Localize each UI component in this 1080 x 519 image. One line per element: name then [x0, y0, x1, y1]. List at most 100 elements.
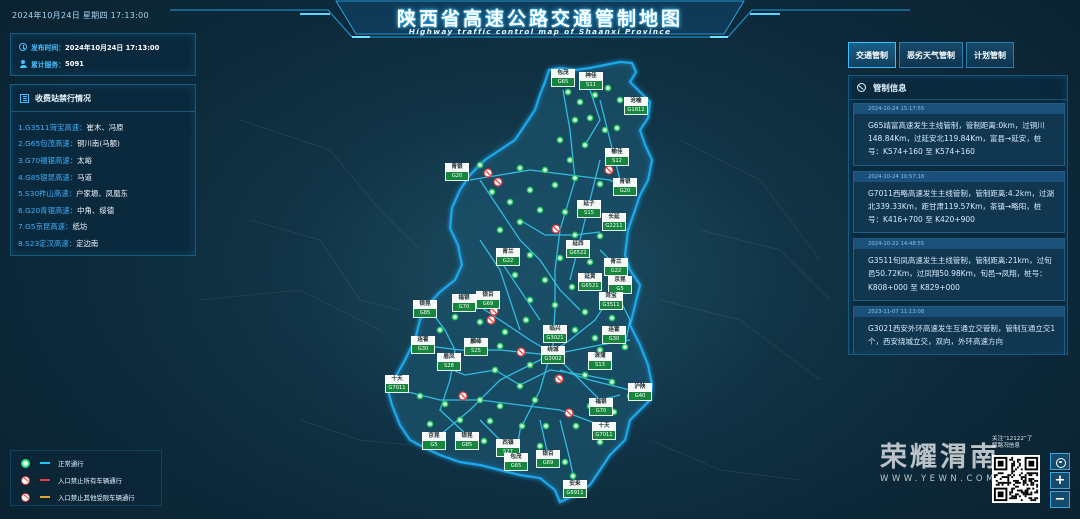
- road-sign[interactable]: 渭蒲 S13: [588, 352, 612, 370]
- normal-station-marker[interactable]: [486, 417, 494, 425]
- road-sign[interactable]: 京昆 G5: [422, 432, 446, 450]
- control-info-card[interactable]: 2024-10-22 14:48:55 G3511旬凤高速发生主线管制，管制距离…: [853, 238, 1065, 301]
- road-sign[interactable]: 青兰 G22: [604, 258, 628, 276]
- closed-station-marker[interactable]: [483, 168, 493, 178]
- normal-station-marker[interactable]: [572, 422, 580, 430]
- road-sign[interactable]: 延子 S15: [577, 200, 601, 218]
- normal-station-marker[interactable]: [621, 343, 629, 351]
- normal-station-marker[interactable]: [596, 180, 604, 188]
- road-sign[interactable]: 银百 G69: [536, 450, 560, 468]
- list-item[interactable]: 3.G70福银高速： 太峪: [18, 152, 128, 169]
- list-item[interactable]: 8.S23定汉高速： 定边南: [18, 235, 128, 252]
- control-info-card[interactable]: 2024-10-24 15:17:55 G65靖富高速发生主线管制，管制距离:0…: [853, 103, 1065, 166]
- list-item[interactable]: 5.S30祚山高速： 户家塬、凤凰东: [18, 185, 128, 202]
- road-sign[interactable]: 临兴 G3021: [543, 325, 567, 343]
- normal-station-marker[interactable]: [596, 438, 604, 446]
- normal-station-marker[interactable]: [564, 88, 572, 96]
- road-sign[interactable]: 神佳 S11: [579, 72, 603, 90]
- normal-station-marker[interactable]: [561, 208, 569, 216]
- normal-station-marker[interactable]: [586, 258, 594, 266]
- normal-station-marker[interactable]: [616, 96, 624, 104]
- road-sign[interactable]: 榆佳 S12: [605, 148, 629, 166]
- normal-station-marker[interactable]: [566, 156, 574, 164]
- normal-station-marker[interactable]: [571, 231, 579, 239]
- normal-station-marker[interactable]: [516, 218, 524, 226]
- normal-station-marker[interactable]: [436, 326, 444, 334]
- zoom-in-button[interactable]: +: [1050, 472, 1070, 489]
- normal-station-marker[interactable]: [522, 316, 530, 324]
- list-item[interactable]: 7.G5京昆高速： 纸坊: [18, 219, 128, 236]
- road-sign[interactable]: 青银 G20: [445, 163, 469, 181]
- road-sign[interactable]: 沧榆 G1812: [624, 97, 648, 115]
- road-sign[interactable]: 包茂 G65: [504, 453, 528, 471]
- road-sign[interactable]: 菏宝 G3511: [599, 292, 623, 310]
- tab-planned-control[interactable]: 计划管制: [966, 42, 1014, 68]
- normal-station-marker[interactable]: [441, 400, 449, 408]
- normal-station-marker[interactable]: [506, 198, 514, 206]
- road-sign[interactable]: 福银 G70: [589, 398, 613, 416]
- normal-station-marker[interactable]: [608, 378, 616, 386]
- normal-station-marker[interactable]: [541, 276, 549, 284]
- normal-station-marker[interactable]: [551, 301, 559, 309]
- normal-station-marker[interactable]: [604, 84, 612, 92]
- normal-station-marker[interactable]: [541, 166, 549, 174]
- normal-station-marker[interactable]: [456, 416, 464, 424]
- normal-station-marker[interactable]: [571, 116, 579, 124]
- normal-station-marker[interactable]: [551, 181, 559, 189]
- normal-station-marker[interactable]: [586, 114, 594, 122]
- control-info-list[interactable]: 2024-10-24 15:17:55 G65靖富高速发生主线管制，管制距离:0…: [853, 103, 1065, 354]
- locate-icon[interactable]: [1050, 453, 1070, 470]
- normal-station-marker[interactable]: [488, 188, 496, 196]
- normal-station-marker[interactable]: [569, 472, 577, 480]
- road-sign[interactable]: 青银 G20: [613, 178, 637, 196]
- closed-station-marker[interactable]: [486, 315, 496, 325]
- road-sign[interactable]: 麟绛 S25: [464, 338, 488, 356]
- normal-station-marker[interactable]: [496, 226, 504, 234]
- road-sign[interactable]: 连霍 G30: [602, 326, 626, 344]
- normal-station-marker[interactable]: [526, 186, 534, 194]
- closed-station-marker[interactable]: [604, 165, 614, 175]
- normal-station-marker[interactable]: [426, 420, 434, 428]
- closed-station-marker[interactable]: [564, 408, 574, 418]
- road-sign[interactable]: 延黄 G6521: [578, 273, 602, 291]
- normal-station-marker[interactable]: [496, 342, 504, 350]
- normal-station-marker[interactable]: [556, 254, 564, 262]
- normal-station-marker[interactable]: [608, 314, 616, 322]
- normal-station-marker[interactable]: [480, 437, 488, 445]
- road-sign[interactable]: 沪陕 G40: [628, 383, 652, 401]
- normal-station-marker[interactable]: [571, 326, 579, 334]
- list-item[interactable]: 6.G20青银高速： 中角、绥德: [18, 202, 128, 219]
- normal-station-marker[interactable]: [476, 161, 484, 169]
- normal-station-marker[interactable]: [526, 296, 534, 304]
- road-sign[interactable]: 银昆 G85: [455, 432, 479, 450]
- closed-station-marker[interactable]: [554, 374, 564, 384]
- normal-station-marker[interactable]: [511, 271, 519, 279]
- normal-station-marker[interactable]: [526, 361, 534, 369]
- normal-station-marker[interactable]: [476, 318, 484, 326]
- list-item[interactable]: 2.G65包茂高速： 铜川南(马额): [18, 136, 128, 153]
- closed-station-marker[interactable]: [516, 347, 526, 357]
- normal-station-marker[interactable]: [542, 422, 550, 430]
- normal-station-marker[interactable]: [581, 141, 589, 149]
- normal-station-marker[interactable]: [613, 124, 621, 132]
- normal-station-marker[interactable]: [496, 402, 504, 410]
- normal-station-marker[interactable]: [451, 313, 459, 321]
- normal-station-marker[interactable]: [581, 371, 589, 379]
- normal-station-marker[interactable]: [516, 382, 524, 390]
- normal-station-marker[interactable]: [556, 136, 564, 144]
- road-sign[interactable]: 福银 G70: [452, 294, 476, 312]
- list-item[interactable]: 4.G85银昆高速： 马道: [18, 169, 128, 186]
- control-info-card[interactable]: 2024-10-24 10:57:18 G7011西略高速发生主线管制，管制距离…: [853, 170, 1065, 234]
- normal-station-marker[interactable]: [536, 442, 544, 450]
- road-sign[interactable]: 连霍 G30: [411, 336, 435, 354]
- normal-station-marker[interactable]: [491, 366, 499, 374]
- normal-station-marker[interactable]: [591, 91, 599, 99]
- control-info-card[interactable]: 2023-11-07 11:13:08 G3021西安外环高速发生互通立交管制，…: [853, 305, 1065, 354]
- normal-station-marker[interactable]: [601, 126, 609, 134]
- tab-weather-control[interactable]: 恶劣天气管制: [899, 42, 963, 68]
- tab-traffic-control[interactable]: 交通管制: [848, 42, 896, 68]
- road-sign[interactable]: 青兰 G22: [496, 248, 520, 266]
- road-sign[interactable]: 十天 G7011: [592, 422, 616, 440]
- list-item[interactable]: 1.G3511菏宝高速： 崔木、冯原: [18, 119, 128, 136]
- normal-station-marker[interactable]: [561, 458, 569, 466]
